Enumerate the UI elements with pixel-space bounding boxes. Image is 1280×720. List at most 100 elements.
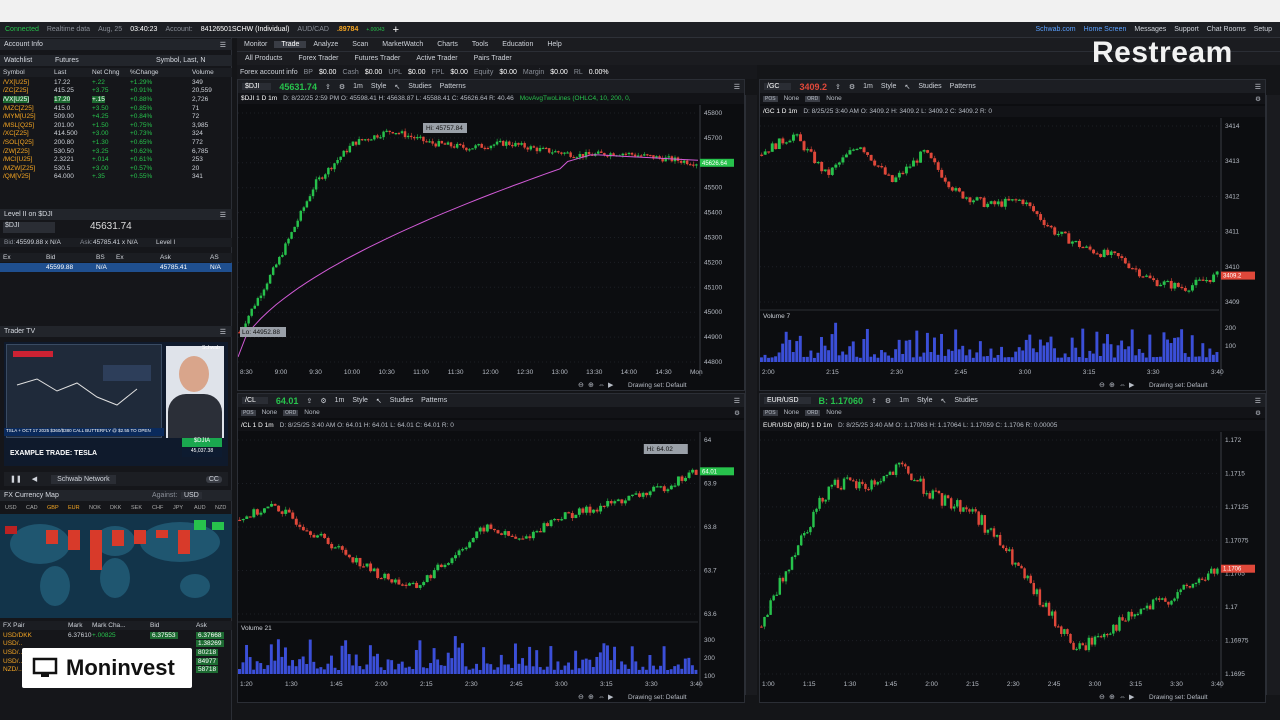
flag-pos[interactable]: POS bbox=[241, 409, 256, 416]
menu-marketwatch[interactable]: MarketWatch bbox=[375, 41, 430, 48]
zoom-control-icon[interactable]: ⇔ bbox=[598, 382, 605, 389]
column-header[interactable]: Volume bbox=[192, 69, 214, 76]
menu-icon[interactable]: ☰ bbox=[734, 83, 740, 91]
column-header[interactable]: Last bbox=[54, 69, 66, 76]
flag-ord[interactable]: ORD bbox=[283, 409, 299, 416]
price-chart[interactable]: 4580045700456004550045400453004520045100… bbox=[238, 105, 744, 390]
column-header[interactable]: Net Chng bbox=[92, 69, 119, 76]
patterns-button[interactable]: Patterns bbox=[421, 397, 447, 404]
menu-icon[interactable]: ☰ bbox=[1255, 397, 1261, 405]
studies-button[interactable]: Studies bbox=[954, 397, 977, 404]
currency-cad[interactable]: CAD bbox=[26, 505, 38, 511]
add-tab-icon[interactable]: + bbox=[393, 24, 399, 36]
watchlist-row[interactable]: /MCI[U25] 2.3221 +.014 +0.61% 253 bbox=[0, 155, 232, 164]
column-header[interactable]: %Change bbox=[130, 69, 159, 76]
gear-icon[interactable]: ⚙ bbox=[734, 409, 740, 417]
watchlist-row[interactable]: /SOL[Q25] 200.80 +1.30 +0.65% 772 bbox=[0, 138, 232, 147]
cursor-icon[interactable]: ↖ bbox=[941, 397, 947, 405]
menu-icon[interactable]: ☰ bbox=[220, 41, 226, 49]
drawing-set-label[interactable]: Drawing set: Default bbox=[628, 694, 687, 701]
symbol-input[interactable]: EUR/USD bbox=[764, 397, 811, 404]
gear-icon[interactable]: ⚙ bbox=[1255, 409, 1261, 417]
tradertv-video[interactable]: TSLA + OCT 17 2025 $360/$380 CALL BUTTER… bbox=[4, 342, 228, 466]
period-select[interactable]: 1m bbox=[899, 397, 909, 404]
level-select[interactable]: Level I bbox=[156, 239, 175, 246]
against-select[interactable]: USD bbox=[181, 492, 202, 499]
zoom-control-icon[interactable]: ⊖ bbox=[1099, 382, 1105, 389]
zoom-control-icon[interactable]: ⊖ bbox=[578, 382, 584, 389]
share-icon[interactable]: ⇪ bbox=[835, 83, 841, 91]
menu-tools[interactable]: Tools bbox=[465, 41, 495, 48]
fx-pair-row[interactable]: USD/.. 1.38269 bbox=[0, 640, 232, 649]
menu-icon[interactable]: ☰ bbox=[220, 328, 226, 336]
cursor-icon[interactable]: ↖ bbox=[376, 397, 382, 405]
zoom-control-icon[interactable]: ▶ bbox=[1129, 382, 1135, 389]
network-select[interactable]: Schwab Network bbox=[51, 474, 116, 484]
currency-jpy[interactable]: JPY bbox=[173, 505, 183, 511]
support-link[interactable]: Support bbox=[1174, 26, 1199, 33]
menu-trade[interactable]: Trade bbox=[274, 41, 307, 48]
drawing-set-label[interactable]: Drawing set: Default bbox=[1149, 694, 1208, 701]
zoom-control-icon[interactable]: ⇔ bbox=[1119, 382, 1126, 389]
patterns-button[interactable]: Patterns bbox=[440, 83, 466, 90]
watchlist-select[interactable]: Futures bbox=[55, 57, 79, 64]
zoom-control-icon[interactable]: ⊖ bbox=[1099, 694, 1105, 701]
currency-gbp[interactable]: GBP bbox=[47, 505, 59, 511]
fx-pair-row[interactable]: USD/DKK 6.37610 +.00825 6.37553 6.37668 bbox=[0, 631, 232, 640]
menu-icon[interactable]: ☰ bbox=[734, 397, 740, 405]
symbol-input[interactable]: /CL bbox=[242, 397, 268, 404]
right-side-toolstrip[interactable] bbox=[1266, 95, 1280, 695]
zoom-control-icon[interactable]: ⊕ bbox=[1109, 382, 1115, 389]
share-icon[interactable]: ⇪ bbox=[306, 397, 312, 405]
pause-icon[interactable]: ❚❚ bbox=[10, 475, 22, 483]
level2-row[interactable]: 45599.88 N/A 45785.41 N/A bbox=[0, 263, 232, 272]
subtab-all-products[interactable]: All Products bbox=[245, 55, 282, 62]
studies-button[interactable]: Studies bbox=[390, 397, 413, 404]
zoom-control-icon[interactable]: ⇔ bbox=[1119, 694, 1126, 701]
menu-education[interactable]: Education bbox=[495, 41, 540, 48]
subtab-forex-trader[interactable]: Forex Trader bbox=[298, 55, 338, 62]
volume-icon[interactable]: ◀ bbox=[32, 475, 37, 483]
watchlist-row[interactable]: /MZC[Z25] 415.0 +3.50 +0.85% 71 bbox=[0, 104, 232, 113]
gear-icon[interactable]: ⚙ bbox=[1255, 95, 1261, 103]
zoom-control-icon[interactable]: ⇔ bbox=[598, 694, 605, 701]
flag-ord[interactable]: ORD bbox=[805, 95, 821, 102]
menu-monitor[interactable]: Monitor bbox=[237, 41, 274, 48]
flag-pos[interactable]: POS bbox=[763, 95, 778, 102]
flag-ord[interactable]: ORD bbox=[805, 409, 821, 416]
currency-sek[interactable]: SEK bbox=[131, 505, 142, 511]
schwab-link[interactable]: Schwab.com bbox=[1035, 26, 1075, 33]
zoom-control-icon[interactable]: ⊖ bbox=[578, 694, 584, 701]
subtab-active-trader[interactable]: Active Trader bbox=[416, 55, 457, 62]
menu-icon[interactable]: ☰ bbox=[220, 211, 226, 219]
zoom-control-icon[interactable]: ▶ bbox=[608, 382, 614, 389]
level2-symbol-input[interactable]: $DJI bbox=[3, 222, 55, 233]
watchlist-row[interactable]: /MSL[Q25] 201.00 +1.50 +0.75% 3,985 bbox=[0, 121, 232, 130]
currency-usd[interactable]: USD bbox=[5, 505, 17, 511]
account-info-header[interactable]: Account Info ☰ bbox=[0, 39, 232, 50]
watchlist-row[interactable]: /MYM[U25] 509.00 +4.25 +0.84% 72 bbox=[0, 112, 232, 121]
gear-icon[interactable]: ⚙ bbox=[339, 83, 345, 91]
subtab-pairs-trader[interactable]: Pairs Trader bbox=[474, 55, 512, 62]
watchlist-row[interactable]: /MZW[Z25] 530.5 +3.00 +0.57% 20 bbox=[0, 164, 232, 173]
gear-icon[interactable]: ⚙ bbox=[849, 83, 855, 91]
gear-icon[interactable]: ⚙ bbox=[320, 397, 326, 405]
gear-icon[interactable]: ⚙ bbox=[885, 397, 891, 405]
period-select[interactable]: 1m bbox=[353, 83, 363, 90]
period-select[interactable]: 1m bbox=[863, 83, 873, 90]
patterns-button[interactable]: Patterns bbox=[950, 83, 976, 90]
watchlist-row[interactable]: /QM[V25] 64.000 +.35 +0.55% 341 bbox=[0, 173, 232, 182]
setup-link[interactable]: Setup bbox=[1254, 26, 1272, 33]
messages-link[interactable]: Messages bbox=[1134, 26, 1166, 33]
menu-icon[interactable]: ☰ bbox=[1255, 83, 1261, 91]
currency-nzd[interactable]: NZD bbox=[215, 505, 226, 511]
currency-nok[interactable]: NOK bbox=[89, 505, 101, 511]
studies-button[interactable]: Studies bbox=[408, 83, 431, 90]
menu-charts[interactable]: Charts bbox=[430, 41, 465, 48]
menu-scan[interactable]: Scan bbox=[345, 41, 375, 48]
subtab-futures-trader[interactable]: Futures Trader bbox=[354, 55, 400, 62]
currency-aud[interactable]: AUD bbox=[194, 505, 206, 511]
zoom-control-icon[interactable]: ▶ bbox=[1129, 694, 1135, 701]
middle-side-toolstrip[interactable] bbox=[745, 95, 757, 695]
watchlist-row[interactable]: /ZW[Z25] 530.50 +3.25 +0.62% 6,785 bbox=[0, 147, 232, 156]
